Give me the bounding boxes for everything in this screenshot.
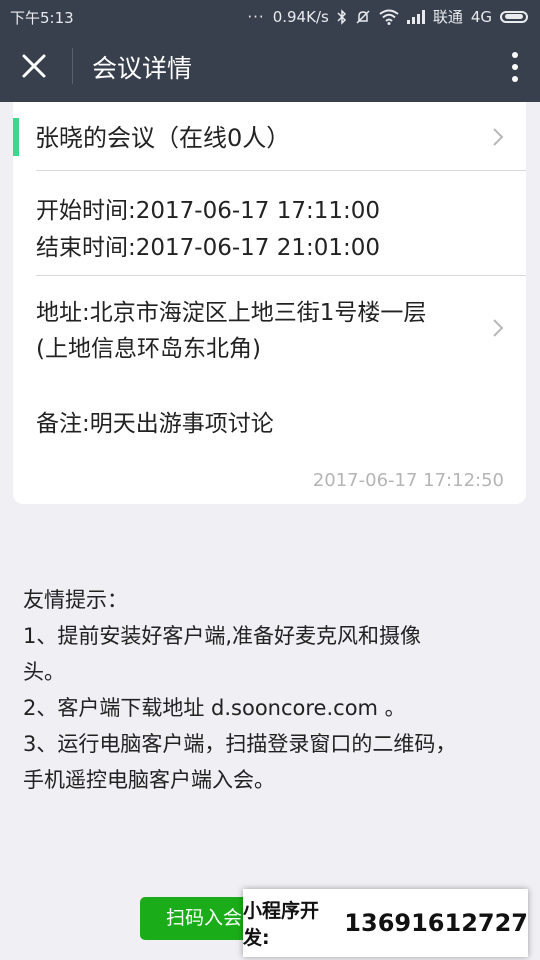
- status-icons: ··· 0.94K/s 联通 4G: [247, 6, 528, 27]
- start-time: 开始时间:2017-06-17 17:11:00: [36, 198, 381, 224]
- title-divider: [72, 48, 73, 84]
- carrier-name: 联通: [432, 8, 463, 26]
- address-row[interactable]: 地址:北京市海淀区上地三街1号楼一层 (上地信息环岛东北角): [13, 276, 526, 366]
- tip-line: 1、提前安装好客户端,准备好麦克风和摄像: [23, 624, 422, 648]
- created-timestamp: 2017-06-17 17:12:50: [312, 470, 504, 491]
- battery-icon: [500, 10, 528, 23]
- wifi-icon: [379, 9, 399, 25]
- chevron-right-icon: [493, 319, 504, 337]
- tip-line: 2、客户端下载地址 d.sooncore.com 。: [23, 696, 406, 720]
- mute-icon: [356, 9, 370, 24]
- close-button[interactable]: [14, 48, 54, 86]
- address-line-1: 地址:北京市海淀区上地三街1号楼一层: [36, 300, 427, 326]
- tip-line: 3、运行电脑客户端，扫描登录窗口的二维码，: [23, 732, 457, 756]
- status-time: 下午5:13: [10, 9, 74, 27]
- more-notifications-dots: ···: [247, 7, 265, 26]
- tip-line: 手机遥控电脑客户端入会。: [23, 768, 275, 792]
- status-bar: 下午5:13 ··· 0.94K/s 联通 4G: [0, 0, 540, 32]
- promo-banner: 小程序开发: 13691612727: [243, 889, 528, 957]
- page-title: 会议详情: [92, 54, 193, 83]
- more-vertical-icon: [512, 52, 518, 82]
- meeting-card: 张晓的会议（在线0人） 开始时间:2017-06-17 17:11:00 结束时…: [13, 102, 526, 504]
- accent-bar: [13, 118, 19, 156]
- network-type: 4G: [470, 7, 492, 26]
- tips-heading: 友情提示：: [23, 588, 128, 612]
- network-speed: 0.94K/s: [272, 7, 329, 26]
- meeting-title: 张晓的会议（在线0人）: [35, 124, 291, 152]
- meeting-note: 备注:明天出游事项讨论: [36, 411, 274, 437]
- tips-section: 友情提示： 1、提前安装好客户端,准备好麦克风和摄像 头。 2、客户端下载地址 …: [23, 582, 518, 798]
- end-time: 结束时间:2017-06-17 21:01:00: [36, 235, 381, 261]
- tip-line: 头。: [23, 660, 65, 684]
- more-button[interactable]: [508, 48, 522, 88]
- promo-label: 小程序开发:: [243, 900, 320, 949]
- signal-icon: [406, 9, 425, 24]
- promo-phone: 13691612727: [344, 909, 528, 937]
- chevron-right-icon: [493, 128, 504, 146]
- bluetooth-icon: [337, 8, 346, 25]
- close-icon: [22, 54, 46, 78]
- meeting-title-row[interactable]: 张晓的会议（在线0人）: [13, 102, 526, 170]
- address-line-2: (上地信息环岛东北角): [36, 336, 261, 362]
- title-bar: 会议详情: [0, 32, 540, 102]
- divider: [36, 170, 526, 171]
